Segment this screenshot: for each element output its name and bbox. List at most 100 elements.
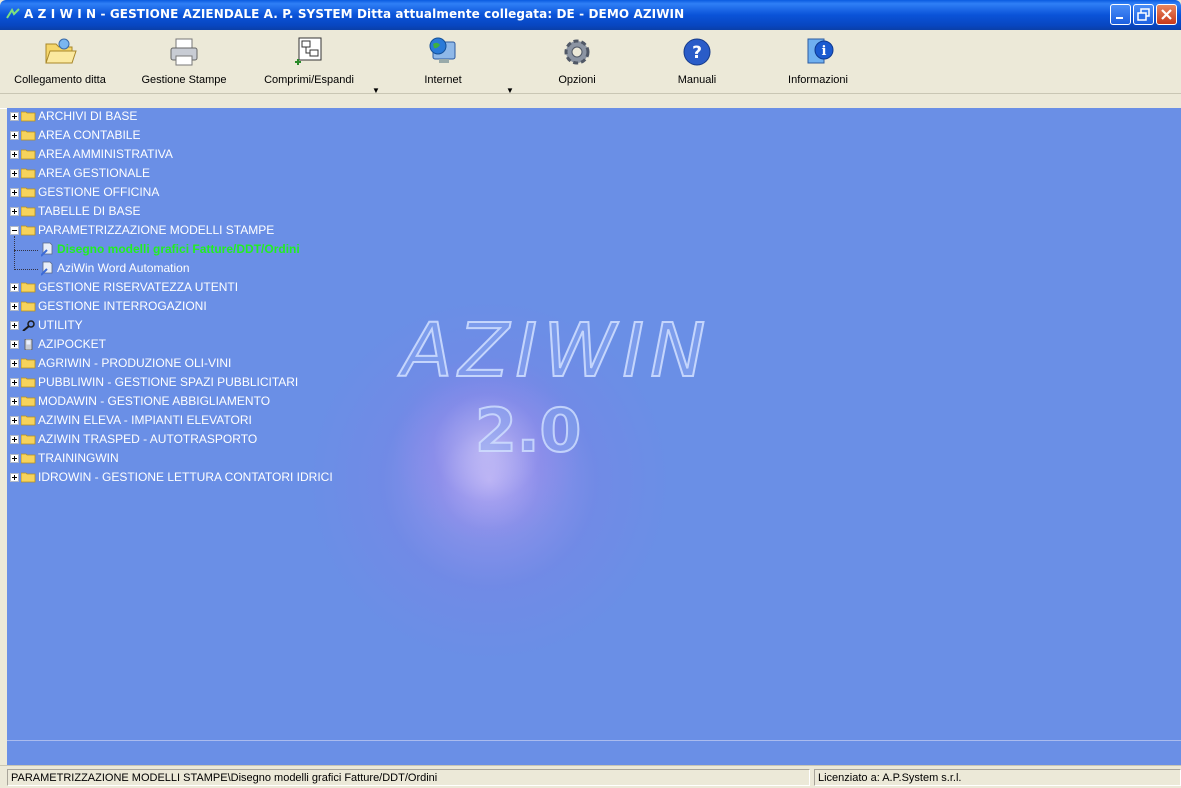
- aziwin-app-icon: [6, 8, 20, 19]
- manuali-button[interactable]: ? Manuali: [662, 34, 732, 92]
- comprimi-espandi-button[interactable]: Comprimi/Espandi: [255, 34, 363, 92]
- folder-icon: [21, 396, 36, 407]
- toolbar-label: Internet: [424, 74, 462, 86]
- folder-icon: [21, 130, 36, 141]
- gear-icon: [564, 39, 590, 65]
- folder-icon: [21, 149, 36, 160]
- tree-item-label: GESTIONE OFFICINA: [38, 185, 160, 199]
- tree-item-label: AGRIWIN - PRODUZIONE OLI-VINI: [38, 356, 232, 370]
- tree-connector-line: [14, 269, 38, 270]
- toolbar-label: Gestione Stampe: [141, 74, 227, 86]
- expand-plus-icon[interactable]: [10, 435, 19, 444]
- folder-icon: [21, 168, 36, 179]
- folder-icon: [21, 206, 36, 217]
- watermark-logo: AZIWIN: [401, 307, 712, 395]
- expand-plus-icon[interactable]: [10, 321, 19, 330]
- tree-item-label: GESTIONE RISERVATEZZA UTENTI: [38, 280, 239, 294]
- tree-item-label: AZIWIN TRASPED - AUTOTRASPORTO: [38, 432, 258, 446]
- toolbar-label: Collegamento ditta: [14, 74, 106, 86]
- toolbar-separator-strip: [0, 94, 1181, 109]
- expand-plus-icon[interactable]: [10, 378, 19, 387]
- folder-icon: [21, 187, 36, 198]
- folder-icon: [21, 415, 36, 426]
- title-bar[interactable]: A Z I W I N - GESTIONE AZIENDALE A. P. S…: [0, 0, 1181, 30]
- expand-plus-icon[interactable]: [10, 283, 19, 292]
- opzioni-button[interactable]: Opzioni: [542, 34, 612, 92]
- folder-icon: [21, 282, 36, 293]
- minimize-icon: [1116, 17, 1123, 19]
- tree-item-label: GESTIONE INTERROGAZIONI: [38, 299, 207, 313]
- expand-plus-icon[interactable]: [10, 169, 19, 178]
- globe-monitor-icon: [429, 37, 456, 63]
- svg-text:i: i: [822, 44, 827, 59]
- tree-item-label: AZIPOCKET: [38, 337, 107, 351]
- collegamento-ditta-button[interactable]: Collegamento ditta: [10, 34, 110, 92]
- folder-open-icon: [45, 38, 77, 64]
- tree-item-label: AREA CONTABILE: [38, 128, 141, 142]
- expand-plus-icon[interactable]: [10, 150, 19, 159]
- toolbar-label: Informazioni: [788, 74, 848, 86]
- tree-toggle-icon: [295, 37, 322, 65]
- folder-icon: [21, 434, 36, 445]
- navigation-tree[interactable]: AZIWIN 2.0 ARCHIVI DI BASE AREA CONTABIL…: [7, 108, 1181, 740]
- tools-icon: [22, 320, 35, 331]
- restore-icon: [1137, 8, 1150, 21]
- status-bar: PARAMETRIZZAZIONE MODELLI STAMPE\Disegno…: [0, 765, 1181, 788]
- tree-item-label: PUBBLIWIN - GESTIONE SPAZI PUBBLICITARI: [38, 375, 299, 389]
- close-button[interactable]: [1156, 4, 1177, 25]
- tree-item-label: ARCHIVI DI BASE: [38, 109, 138, 123]
- tree-item-label: TRAININGWIN: [38, 451, 119, 465]
- gestione-stampe-button[interactable]: Gestione Stampe: [136, 34, 232, 92]
- document-icon: [41, 242, 53, 257]
- svg-text:?: ?: [692, 43, 702, 63]
- expand-plus-icon[interactable]: [10, 397, 19, 406]
- tree-item-label: AziWin Word Automation: [57, 261, 190, 275]
- expand-plus-icon[interactable]: [10, 302, 19, 311]
- folder-icon: [21, 377, 36, 388]
- tree-connector-line: [14, 250, 38, 251]
- tree-connector-line: [14, 236, 15, 270]
- tree-item-label: MODAWIN - GESTIONE ABBIGLIAMENTO: [38, 394, 271, 408]
- folder-icon: [21, 358, 36, 369]
- expand-plus-icon[interactable]: [10, 359, 19, 368]
- expand-plus-icon[interactable]: [10, 416, 19, 425]
- tree-item-label: TABELLE DI BASE: [38, 204, 141, 218]
- informazioni-button[interactable]: i Informazioni: [778, 34, 858, 92]
- watermark-version: 2.0: [474, 395, 582, 467]
- tree-item-label: UTILITY: [38, 318, 83, 332]
- toolbar-label: Opzioni: [558, 74, 596, 86]
- expand-plus-icon[interactable]: [10, 112, 19, 121]
- folder-icon: [21, 111, 36, 122]
- toolbar-label: Comprimi/Espandi: [264, 74, 354, 86]
- tree-item-label: AZIWIN ELEVA - IMPIANTI ELEVATORI: [38, 413, 252, 427]
- folder-icon: [21, 453, 36, 464]
- tree-item-label: AREA AMMINISTRATIVA: [38, 147, 173, 161]
- tree-item-label: Disegno modelli grafici Fatture/DDT/Ordi…: [57, 242, 300, 256]
- pda-icon: [24, 339, 33, 350]
- expand-plus-icon[interactable]: [10, 207, 19, 216]
- folder-icon: [21, 472, 36, 483]
- tree-item-label: IDROWIN - GESTIONE LETTURA CONTATORI IDR…: [38, 470, 333, 484]
- toolbar-label: Manuali: [677, 74, 717, 86]
- status-path: PARAMETRIZZAZIONE MODELLI STAMPE\Disegno…: [7, 769, 810, 786]
- collapse-minus-icon[interactable]: [10, 226, 19, 235]
- expand-plus-icon[interactable]: [10, 454, 19, 463]
- document-icon: [41, 261, 53, 276]
- expand-plus-icon[interactable]: [10, 188, 19, 197]
- tree-footer-strip: [7, 740, 1181, 766]
- expand-plus-icon[interactable]: [10, 131, 19, 140]
- help-icon: ?: [683, 38, 711, 66]
- internet-button[interactable]: Internet: [408, 34, 478, 92]
- info-icon: i: [807, 38, 834, 64]
- close-icon: [1161, 9, 1172, 20]
- window-title: A Z I W I N - GESTIONE AZIENDALE A. P. S…: [24, 7, 685, 21]
- folder-open-icon: [21, 225, 36, 236]
- minimize-button[interactable]: [1110, 4, 1131, 25]
- tree-item-label: PARAMETRIZZAZIONE MODELLI STAMPE: [38, 223, 275, 237]
- expand-plus-icon[interactable]: [10, 340, 19, 349]
- restore-button[interactable]: [1133, 4, 1154, 25]
- status-license: Licenziato a: A.P.System s.r.l.: [814, 769, 1181, 786]
- folder-icon: [21, 301, 36, 312]
- main-toolbar: Collegamento ditta Gestione Stampe Compr…: [0, 30, 1181, 95]
- expand-plus-icon[interactable]: [10, 473, 19, 482]
